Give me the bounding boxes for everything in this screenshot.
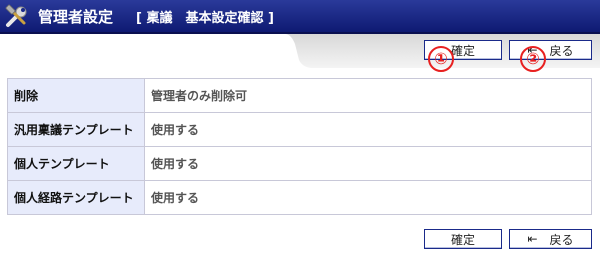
row-label: 汎用稟議テンプレート <box>7 112 145 147</box>
table-row: 個人経路テンプレート 使用する <box>7 180 592 215</box>
annotation-badge-1: ① <box>428 46 454 72</box>
row-label: 個人テンプレート <box>7 146 145 181</box>
confirm-button-label: 確定 <box>450 232 475 247</box>
settings-table: 削除 管理者のみ削除可 汎用稟議テンプレート 使用する 個人テンプレート 使用す… <box>7 78 592 215</box>
back-arrow-icon: ⇤ <box>527 232 538 246</box>
page-subtitle: [ 稟議 基本設定確認 ] <box>136 11 274 26</box>
row-label: 個人経路テンプレート <box>7 180 145 215</box>
page-title: 管理者設定 <box>38 8 114 26</box>
annotation-badge-2: ② <box>520 46 546 72</box>
confirm-button-label: 確定 <box>450 43 475 58</box>
row-value: 使用する <box>144 180 592 215</box>
row-value: 管理者のみ削除可 <box>144 78 592 113</box>
table-row: 個人テンプレート 使用する <box>7 146 592 181</box>
row-value: 使用する <box>144 146 592 181</box>
row-value: 使用する <box>144 112 592 147</box>
tools-icon <box>5 4 27 27</box>
back-button-bottom[interactable]: ⇤ 戻る <box>509 229 592 249</box>
back-button-label: 戻る <box>549 43 574 58</box>
table-row: 削除 管理者のみ削除可 <box>7 78 592 113</box>
table-row: 汎用稟議テンプレート 使用する <box>7 112 592 147</box>
row-label: 削除 <box>7 78 145 113</box>
title-bar: 管理者設定 [ 稟議 基本設定確認 ] <box>0 0 600 34</box>
confirm-button-bottom[interactable]: 確定 <box>424 229 502 249</box>
back-button-label: 戻る <box>549 232 574 247</box>
